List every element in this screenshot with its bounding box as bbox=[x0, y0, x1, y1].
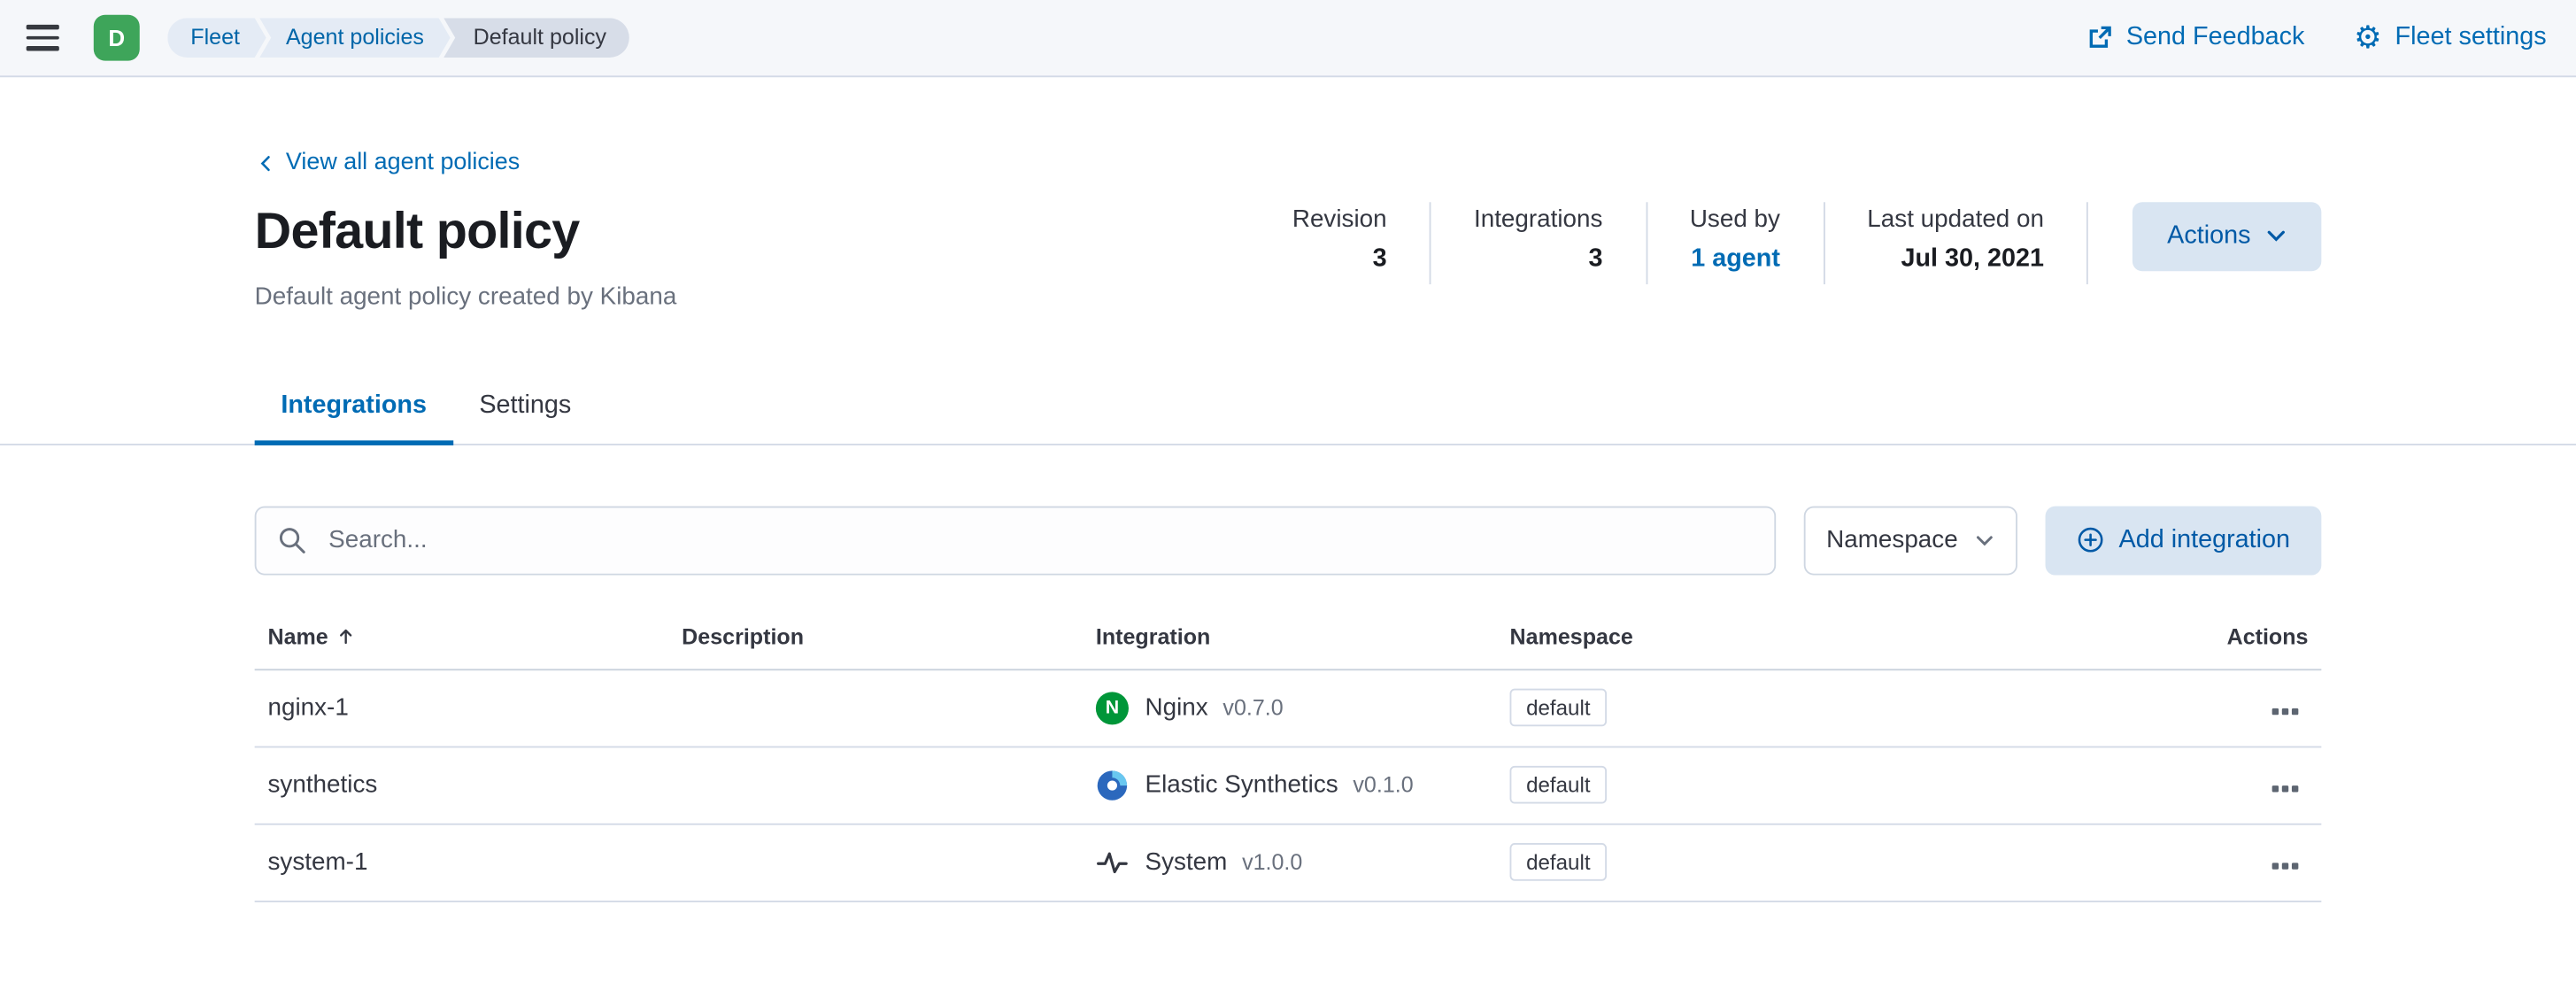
boxes-horizontal-icon bbox=[2272, 863, 2298, 870]
stat-used-by: Used by 1 agent bbox=[1647, 201, 1824, 283]
add-integration-button[interactable]: Add integration bbox=[2045, 506, 2321, 575]
stat-value[interactable]: 1 agent bbox=[1690, 244, 1780, 274]
row-name: nginx-1 bbox=[255, 693, 669, 722]
stat-value: 3 bbox=[1474, 244, 1602, 274]
row-namespace: default bbox=[1497, 766, 2125, 804]
nginx-icon: N bbox=[1096, 691, 1129, 723]
page-title: Default policy bbox=[255, 201, 677, 260]
boxes-horizontal-icon bbox=[2272, 709, 2298, 716]
search-icon bbox=[278, 525, 306, 553]
integration-version: v0.7.0 bbox=[1222, 695, 1283, 720]
tab-integrations[interactable]: Integrations bbox=[255, 375, 453, 445]
actions-button-label: Actions bbox=[2167, 221, 2250, 251]
row-name: synthetics bbox=[255, 770, 669, 799]
namespace-badge: default bbox=[1510, 843, 1608, 881]
breadcrumb-default-policy: Default policy bbox=[443, 18, 629, 58]
boxes-horizontal-icon bbox=[2272, 786, 2298, 793]
menu-button[interactable] bbox=[27, 26, 59, 50]
stat-integrations: Integrations 3 bbox=[1431, 201, 1647, 283]
column-header-name[interactable]: Name bbox=[255, 623, 669, 668]
synthetics-icon bbox=[1096, 769, 1129, 801]
title-block: Default policy Default agent policy crea… bbox=[255, 201, 677, 309]
sort-up-icon bbox=[336, 627, 354, 645]
stat-label: Last updated on bbox=[1867, 205, 2044, 233]
row-actions-button[interactable] bbox=[2266, 687, 2305, 728]
namespace-badge: default bbox=[1510, 766, 1608, 804]
add-icon bbox=[2076, 526, 2104, 554]
row-actions-button[interactable] bbox=[2266, 841, 2305, 882]
fleet-settings-label: Fleet settings bbox=[2395, 23, 2547, 52]
integrations-table: Name Description Integration Namespace A… bbox=[255, 623, 2322, 901]
page-subtitle: Default agent policy created by Kibana bbox=[255, 282, 677, 310]
table-row: nginx-1 N Nginx v0.7.0 default bbox=[255, 669, 2322, 747]
popout-icon bbox=[2086, 25, 2113, 51]
breadcrumb-agent-policies[interactable]: Agent policies bbox=[259, 18, 450, 58]
integration-name: System bbox=[1145, 848, 1228, 877]
space-avatar[interactable]: D bbox=[94, 15, 140, 61]
stat-last-updated-on: Last updated on Jul 30, 2021 bbox=[1824, 201, 2088, 283]
stat-label: Integrations bbox=[1474, 205, 1602, 233]
row-integration: Elastic Synthetics v0.1.0 bbox=[1083, 769, 1497, 801]
search-input[interactable] bbox=[255, 506, 1776, 575]
view-all-policies-link[interactable]: View all agent policies bbox=[255, 150, 521, 176]
table-row: synthetics bbox=[255, 747, 2322, 824]
row-integration: N Nginx v0.7.0 bbox=[1083, 691, 1497, 723]
stat-value: Jul 30, 2021 bbox=[1867, 244, 2044, 274]
column-header-actions: Actions bbox=[2125, 623, 2322, 668]
integration-version: v1.0.0 bbox=[1242, 849, 1302, 874]
breadcrumb-fleet[interactable]: Fleet bbox=[167, 18, 266, 58]
system-icon bbox=[1096, 846, 1129, 878]
namespace-filter-label: Namespace bbox=[1826, 526, 1958, 554]
row-namespace: default bbox=[1497, 843, 2125, 881]
chevron-left-icon bbox=[255, 152, 276, 174]
fleet-settings-link[interactable]: ⚙ Fleet settings bbox=[2354, 22, 2547, 53]
namespace-badge: default bbox=[1510, 689, 1608, 727]
main-content: View all agent policies Default policy D… bbox=[0, 77, 2576, 901]
column-header-namespace: Namespace bbox=[1497, 623, 2125, 668]
namespace-filter-button[interactable]: Namespace bbox=[1803, 506, 2017, 575]
integration-name: Elastic Synthetics bbox=[1145, 770, 1338, 799]
search-field bbox=[255, 506, 1776, 575]
breadcrumb: Fleet Agent policies Default policy bbox=[167, 18, 629, 58]
policy-stats: Revision 3 Integrations 3 Used by 1 agen… bbox=[1292, 201, 2088, 283]
send-feedback-link[interactable]: Send Feedback bbox=[2086, 23, 2304, 52]
row-namespace: default bbox=[1497, 689, 2125, 727]
stat-value: 3 bbox=[1292, 244, 1387, 274]
global-header: D Fleet Agent policies Default policy Se… bbox=[0, 0, 2576, 77]
integrations-toolbar: Namespace Add integration bbox=[255, 506, 2322, 575]
integration-version: v0.1.0 bbox=[1353, 772, 1413, 797]
table-header-row: Name Description Integration Namespace A… bbox=[255, 623, 2322, 669]
back-link-label: View all agent policies bbox=[286, 150, 520, 176]
actions-button[interactable]: Actions bbox=[2133, 201, 2321, 270]
table-row: system-1 System v1.0.0 bbox=[255, 824, 2322, 901]
row-actions-button[interactable] bbox=[2266, 764, 2305, 805]
chevron-down-icon bbox=[1974, 530, 1994, 550]
stat-revision: Revision 3 bbox=[1292, 201, 1431, 283]
row-name: system-1 bbox=[255, 848, 669, 877]
policy-tabs: Integrations Settings bbox=[255, 375, 2322, 445]
tab-settings[interactable]: Settings bbox=[453, 375, 598, 445]
add-integration-label: Add integration bbox=[2119, 525, 2291, 554]
chevron-down-icon bbox=[2265, 225, 2287, 246]
gear-icon: ⚙ bbox=[2354, 22, 2382, 53]
column-header-description: Description bbox=[668, 623, 1083, 668]
stat-label: Revision bbox=[1292, 205, 1387, 233]
row-integration: System v1.0.0 bbox=[1083, 846, 1497, 878]
integration-name: Nginx bbox=[1145, 693, 1208, 722]
send-feedback-label: Send Feedback bbox=[2126, 23, 2305, 52]
stat-label: Used by bbox=[1690, 205, 1780, 233]
column-header-integration: Integration bbox=[1083, 623, 1497, 668]
